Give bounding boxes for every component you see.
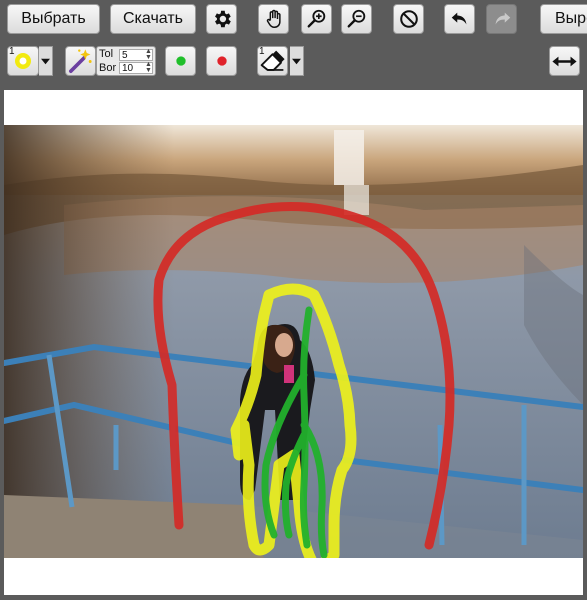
tol-label: Tol	[99, 48, 114, 60]
download-button[interactable]: Скачать	[110, 4, 196, 34]
redo-icon	[495, 12, 510, 25]
settings-button[interactable]	[206, 4, 237, 34]
background-marker-button[interactable]	[206, 46, 237, 76]
brush-size-badge: 1	[9, 46, 15, 57]
main-toolbar: Выбрать Скачать Выре	[0, 0, 587, 38]
eraser-dropdown[interactable]	[290, 46, 304, 76]
cancel-icon	[399, 10, 418, 28]
lake-photo-image	[4, 125, 583, 558]
eraser-size-badge: 1	[259, 46, 265, 57]
gear-icon	[214, 10, 231, 28]
resize-button[interactable]	[549, 46, 580, 76]
zoom-in-icon	[307, 9, 325, 28]
pan-button[interactable]	[258, 4, 289, 34]
undo-button[interactable]	[444, 4, 475, 34]
zoom-out-button[interactable]	[341, 4, 372, 34]
photo	[4, 125, 583, 558]
brush-dropdown[interactable]	[39, 46, 53, 76]
chevron-down-icon	[292, 58, 301, 64]
green-dot-icon	[175, 56, 186, 66]
hand-icon	[266, 9, 281, 28]
bor-label: Bor	[99, 62, 117, 74]
cut-button[interactable]: Выре	[540, 4, 587, 34]
tool-options-toolbar: 1 Tol 5 ▲ ▼ Bor 10 ▲ ▼ 1	[0, 42, 587, 80]
zoom-in-button[interactable]	[301, 4, 332, 34]
zoom-out-icon	[347, 9, 365, 28]
magic-wand-icon	[69, 48, 92, 73]
bor-spinner[interactable]: ▲ ▼	[144, 61, 153, 74]
red-dot-icon	[216, 56, 227, 66]
tolerance-border-panel: Tol 5 ▲ ▼ Bor 10 ▲ ▼	[96, 46, 156, 76]
undo-icon	[451, 12, 466, 25]
tol-spinner[interactable]: ▲ ▼	[144, 48, 153, 61]
chevron-down-icon	[41, 58, 50, 64]
cancel-button[interactable]	[393, 4, 424, 34]
foreground-marker-button[interactable]	[165, 46, 196, 76]
select-button[interactable]: Выбрать	[7, 4, 100, 34]
editor-canvas[interactable]	[4, 90, 583, 595]
resize-horizontal-icon	[552, 56, 577, 66]
magic-wand-button[interactable]	[65, 46, 96, 76]
redo-button[interactable]	[486, 4, 517, 34]
